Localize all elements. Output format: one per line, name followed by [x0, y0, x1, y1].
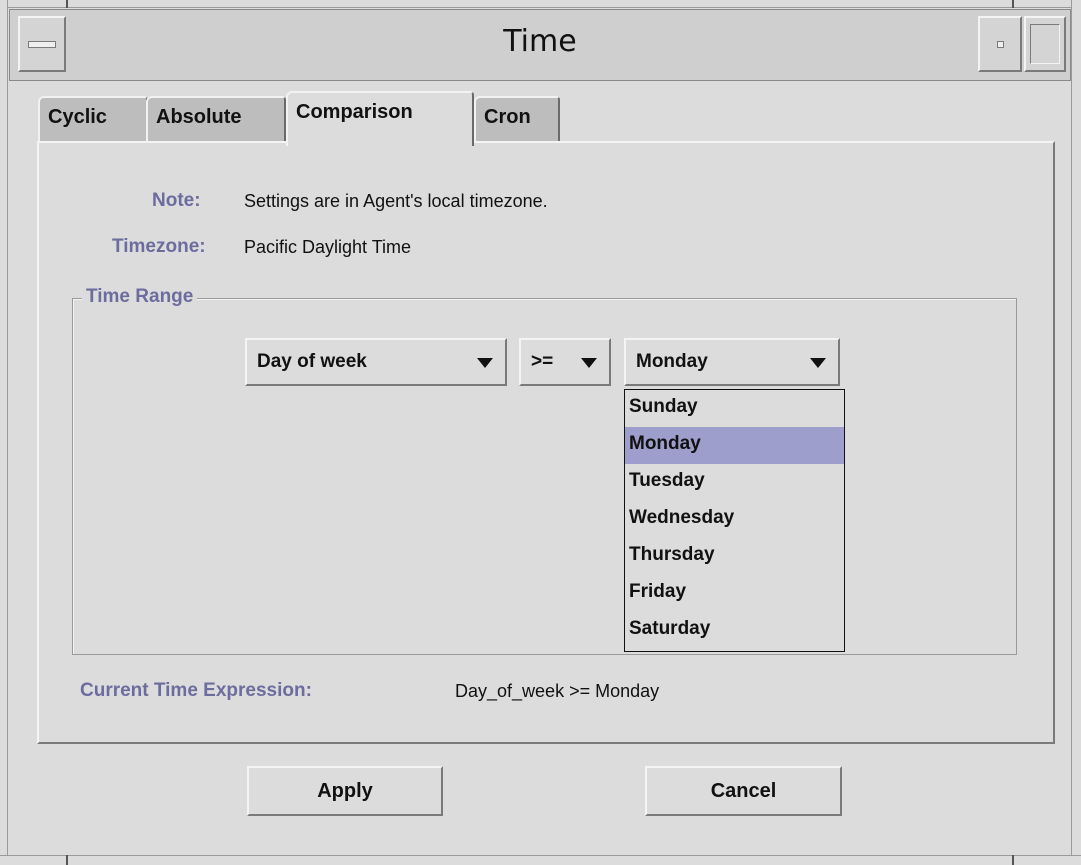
field-select[interactable]: Day of week: [245, 338, 507, 386]
window-frame-right[interactable]: [1071, 0, 1081, 865]
chevron-down-icon: [810, 358, 826, 368]
day-select-value: Monday: [636, 351, 708, 372]
timezone-label: Timezone:: [112, 236, 206, 257]
tab-absolute[interactable]: Absolute: [146, 96, 286, 142]
frame-corner-mark: [1012, 855, 1014, 865]
frame-corner-mark: [66, 855, 68, 865]
expression-value: Day_of_week >= Monday: [455, 681, 660, 701]
note-label: Note:: [152, 190, 201, 211]
day-dropdown-list: Sunday Monday Tuesday Wednesday Thursday…: [624, 389, 845, 652]
dropdown-option-wednesday[interactable]: Wednesday: [625, 501, 844, 538]
maximize-icon: [1030, 24, 1060, 64]
window-frame-bottom[interactable]: [0, 855, 1081, 865]
tab-cron[interactable]: Cron: [474, 96, 560, 142]
dropdown-option-saturday[interactable]: Saturday: [625, 612, 844, 649]
dropdown-option-tuesday[interactable]: Tuesday: [625, 464, 844, 501]
frame-corner-mark: [66, 0, 68, 8]
maximize-button[interactable]: [1024, 16, 1066, 72]
tab-comparison[interactable]: Comparison: [286, 91, 474, 146]
window-frame-left[interactable]: [0, 0, 8, 865]
dropdown-option-sunday[interactable]: Sunday: [625, 390, 844, 427]
note-text: Settings are in Agent's local timezone.: [244, 191, 548, 211]
tab-label: Cron: [484, 106, 531, 128]
operator-select-value: >=: [531, 351, 554, 372]
time-dialog-window: Time Cyclic Absolute Comparison Cron Not…: [0, 0, 1081, 865]
cancel-button[interactable]: Cancel: [645, 766, 842, 816]
window-title: Time: [503, 24, 577, 59]
chevron-down-icon: [581, 358, 597, 368]
tab-label: Comparison: [296, 101, 413, 123]
dropdown-option-monday[interactable]: Monday: [625, 427, 844, 464]
expression-label: Current Time Expression:: [80, 680, 312, 701]
minimize-button[interactable]: [978, 16, 1022, 72]
tab-cyclic[interactable]: Cyclic: [38, 96, 148, 142]
apply-button[interactable]: Apply: [247, 766, 443, 816]
timezone-value: Pacific Daylight Time: [244, 237, 412, 257]
window-frame-top[interactable]: [0, 0, 1081, 8]
title-bar[interactable]: Time: [9, 9, 1071, 81]
tab-label: Absolute: [156, 106, 242, 128]
frame-corner-mark: [1012, 0, 1014, 8]
minimize-icon: [997, 41, 1004, 48]
operator-select[interactable]: >=: [519, 338, 611, 386]
day-select[interactable]: Monday: [624, 338, 840, 386]
dropdown-option-thursday[interactable]: Thursday: [625, 538, 844, 575]
time-range-legend: Time Range: [82, 286, 198, 308]
field-select-value: Day of week: [257, 351, 367, 372]
chevron-down-icon: [477, 358, 493, 368]
tab-label: Cyclic: [48, 106, 107, 128]
dropdown-option-friday[interactable]: Friday: [625, 575, 844, 612]
